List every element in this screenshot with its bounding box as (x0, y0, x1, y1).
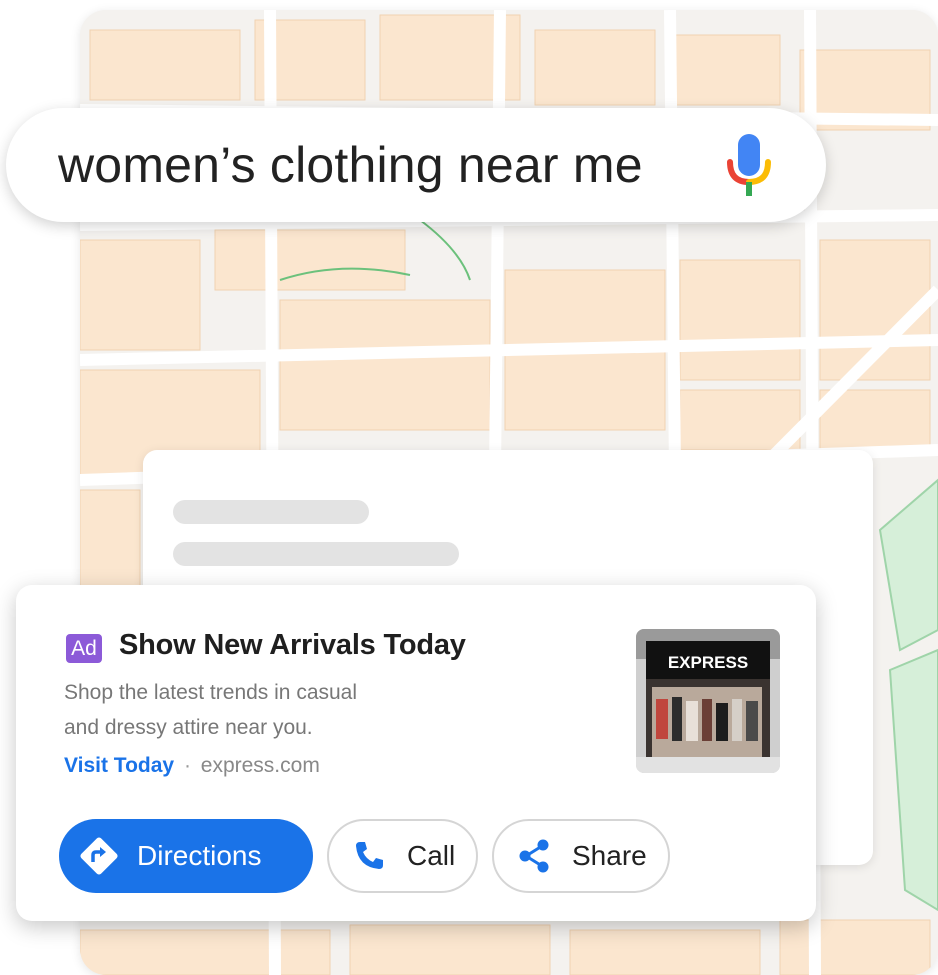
skeleton-line (173, 500, 369, 524)
share-icon (519, 839, 549, 873)
microphone-icon[interactable] (724, 132, 774, 202)
visit-today-link[interactable]: Visit Today (64, 754, 174, 777)
ad-description-line: and dressy attire near you. (64, 716, 313, 739)
ad-domain: express.com (200, 754, 320, 777)
skeleton-line (173, 542, 459, 566)
ad-description-line: Shop the latest trends in casual (64, 681, 358, 704)
store-photo: EXPRESS (636, 629, 780, 773)
call-label: Call (407, 840, 456, 871)
directions-label: Directions (137, 840, 262, 871)
share-label: Share (572, 840, 647, 871)
ad-description: Shop the latest trends in casual and dre… (64, 675, 424, 745)
phone-icon (356, 842, 383, 869)
ad-badge: Ad (66, 634, 102, 663)
directions-icon (80, 837, 118, 875)
store-sign-text: EXPRESS (668, 653, 748, 672)
share-button[interactable]: Share (492, 819, 670, 893)
store-thumbnail[interactable]: EXPRESS (636, 629, 780, 773)
search-input[interactable]: women’s clothing near me (58, 136, 643, 194)
directions-button[interactable]: Directions (59, 819, 313, 893)
search-bar[interactable]: women’s clothing near me (6, 108, 826, 222)
call-button[interactable]: Call (327, 819, 478, 893)
ad-link-row: Visit Today · express.com (64, 751, 320, 781)
ad-card[interactable]: Ad Show New Arrivals Today Shop the late… (16, 585, 816, 921)
ad-title[interactable]: Show New Arrivals Today (119, 629, 466, 662)
separator: · (183, 754, 191, 777)
